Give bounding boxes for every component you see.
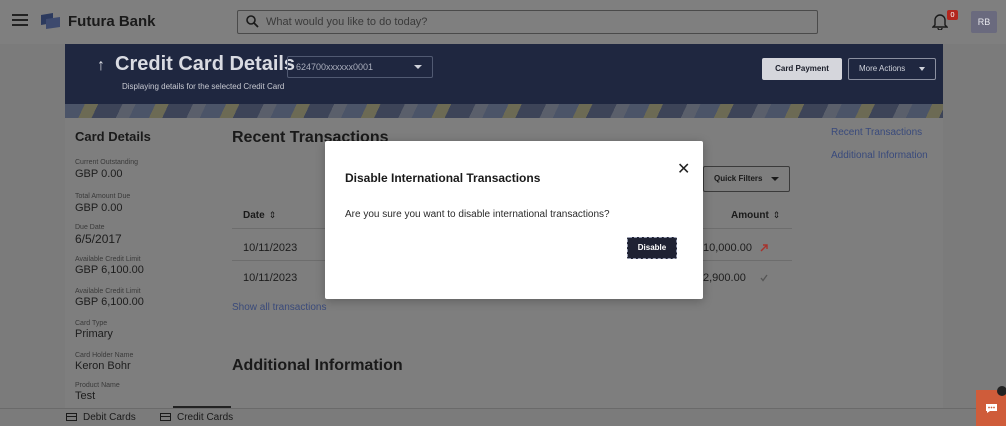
nav-link-recent-transactions[interactable]: Recent Transactions	[831, 127, 922, 138]
card-icon	[160, 413, 171, 421]
total-amount-due-label: Total Amount Due	[75, 193, 131, 200]
check-icon	[760, 274, 768, 282]
transaction-amount: 2,900.00	[703, 272, 746, 284]
card-type-label: Card Type	[75, 320, 108, 327]
tab-debit-cards[interactable]: Debit Cards	[66, 412, 136, 423]
available-credit-limit-label-2: Available Credit Limit	[75, 288, 141, 295]
product-name-value: Test	[75, 390, 96, 402]
amount-column-header[interactable]: Amount ⇕	[731, 210, 780, 221]
chat-indicator	[997, 386, 1006, 396]
disable-international-transactions-dialog: ✕ Disable International Transactions Are…	[325, 141, 703, 299]
bottom-tab-bar	[0, 408, 1006, 426]
sort-icon[interactable]: ⇕	[773, 210, 781, 220]
available-credit-limit-value-2: GBP 6,100.00	[75, 296, 144, 308]
hero-right-margin	[943, 44, 1006, 118]
more-actions-button[interactable]: More Actions	[848, 58, 936, 80]
back-arrow-icon[interactable]: ↑	[97, 57, 105, 74]
quick-filters-dropdown[interactable]: Quick Filters	[703, 166, 790, 192]
transaction-date: 10/11/2023	[243, 242, 298, 254]
card-holder-name-value: Keron Bohr	[75, 360, 131, 372]
selected-card-number: 624700xxxxxx0001	[296, 62, 374, 72]
decorative-band	[65, 104, 943, 118]
more-actions-label: More Actions	[859, 64, 906, 73]
dialog-title: Disable International Transactions	[345, 171, 541, 185]
sort-icon[interactable]: ⇕	[269, 210, 277, 220]
page-title: ↑ Credit Card Details	[97, 53, 295, 76]
current-outstanding-label: Current Outstanding	[75, 159, 139, 166]
current-outstanding-value: GBP 0.00	[75, 168, 123, 180]
dialog-message: Are you sure you want to disable interna…	[345, 209, 610, 220]
active-tab-indicator	[173, 406, 231, 408]
brand-name: Futura Bank	[68, 13, 156, 30]
card-holder-name-label: Card Holder Name	[75, 352, 134, 359]
page-subtitle: Displaying details for the selected Cred…	[122, 82, 285, 91]
transaction-amount: 10,000.00	[703, 242, 752, 254]
chevron-down-icon	[771, 177, 779, 181]
date-header-label: Date	[243, 210, 265, 221]
quick-filters-label: Quick Filters	[714, 174, 763, 183]
disable-button[interactable]: Disable	[627, 237, 677, 259]
hero-left-margin	[0, 44, 65, 118]
page-title-text: Credit Card Details	[115, 53, 296, 75]
card-type-value: Primary	[75, 328, 113, 340]
tab-credit-cards[interactable]: Credit Cards	[160, 412, 233, 423]
due-date-label: Due Date	[75, 224, 105, 231]
product-name-label: Product Name	[75, 382, 120, 389]
section-nav-panel	[813, 118, 943, 408]
card-payment-button[interactable]: Card Payment	[762, 58, 842, 80]
transaction-date: 10/11/2023	[243, 272, 298, 284]
card-icon	[66, 413, 77, 421]
arrow-up-right-icon	[760, 244, 768, 252]
close-icon[interactable]: ✕	[677, 161, 690, 177]
card-details-title: Card Details	[75, 129, 151, 144]
tab-credit-cards-label: Credit Cards	[177, 412, 234, 423]
date-column-header[interactable]: Date ⇕	[243, 210, 276, 221]
notification-badge: 0	[947, 10, 958, 20]
search-placeholder: What would you like to do today?	[266, 16, 428, 28]
search-input[interactable]: What would you like to do today?	[237, 10, 818, 34]
available-credit-limit-label: Available Credit Limit	[75, 256, 141, 263]
nav-link-additional-information[interactable]: Additional Information	[831, 150, 928, 161]
available-credit-limit-value: GBP 6,100.00	[75, 264, 144, 276]
due-date-value: 6/5/2017	[75, 232, 122, 246]
card-number-select[interactable]: 624700xxxxxx0001	[287, 56, 433, 78]
chevron-down-icon	[414, 65, 422, 69]
total-amount-due-value: GBP 0.00	[75, 202, 123, 214]
amount-header-label: Amount	[731, 210, 769, 221]
search-icon	[246, 15, 259, 28]
menu-icon[interactable]	[12, 14, 28, 26]
show-all-transactions-link[interactable]: Show all transactions	[232, 302, 327, 313]
additional-information-title: Additional Information	[232, 357, 403, 374]
bank-logo-icon	[41, 13, 60, 29]
chevron-down-icon	[919, 67, 925, 71]
chat-icon	[986, 404, 997, 413]
avatar[interactable]: RB	[971, 11, 997, 33]
tab-debit-cards-label: Debit Cards	[83, 412, 136, 423]
notification-bell-icon[interactable]	[932, 12, 948, 30]
